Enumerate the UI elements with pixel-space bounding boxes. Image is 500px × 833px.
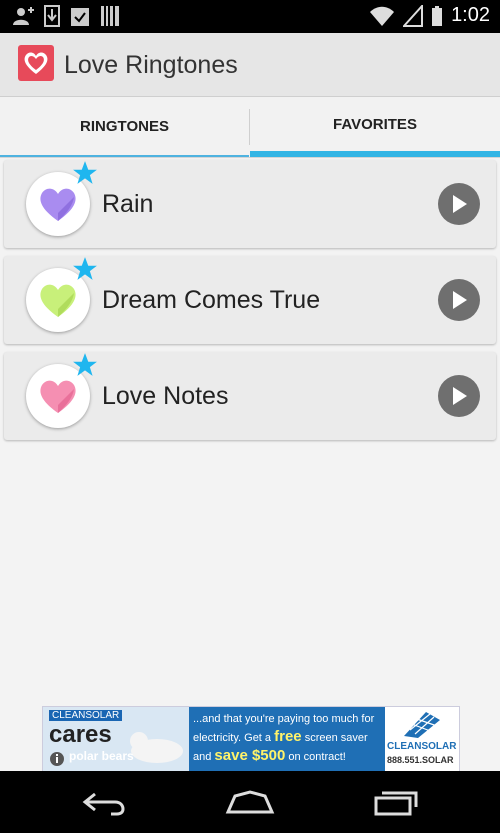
list-item[interactable]: Dream Comes True bbox=[4, 256, 496, 344]
battery-icon bbox=[432, 5, 443, 26]
home-icon bbox=[225, 790, 275, 814]
favorite-star-icon[interactable] bbox=[72, 352, 98, 378]
play-button[interactable] bbox=[438, 375, 480, 417]
ad-logo: CLEANSOLAR 888.551.SOLAR bbox=[385, 707, 459, 771]
app-title: Love Ringtones bbox=[64, 51, 238, 79]
ad-image: CLEANSOLAR cares polar bears bbox=[43, 707, 189, 771]
tab-ringtones[interactable]: RINGTONES bbox=[0, 97, 249, 157]
app-bar: Love Ringtones bbox=[0, 33, 500, 97]
clock: 1:02 bbox=[451, 4, 490, 26]
list-item[interactable]: Love Notes bbox=[4, 352, 496, 440]
heart-icon bbox=[40, 380, 76, 413]
ad-brand: CLEANSOLAR bbox=[49, 710, 123, 721]
ringtone-title: Love Notes bbox=[102, 382, 229, 410]
solar-panel-icon bbox=[404, 712, 440, 738]
list-item[interactable]: Rain bbox=[4, 160, 496, 248]
ad-phone: 888.551.SOLAR bbox=[387, 755, 454, 765]
back-button[interactable] bbox=[74, 785, 134, 821]
favorite-star-icon[interactable] bbox=[72, 256, 98, 282]
ad-logo-text: CLEANSOLAR bbox=[387, 741, 457, 752]
play-button[interactable] bbox=[438, 279, 480, 321]
heart-icon bbox=[40, 284, 76, 317]
status-bar: 1:02 bbox=[0, 0, 500, 33]
ad-headline: cares bbox=[49, 721, 112, 748]
heart-icon bbox=[40, 188, 76, 221]
ad-save: save $500 bbox=[214, 747, 286, 764]
ringtone-title: Rain bbox=[102, 190, 154, 218]
play-icon bbox=[453, 291, 467, 309]
ad-text-3: on contract! bbox=[288, 751, 346, 763]
recent-apps-button[interactable] bbox=[366, 785, 426, 821]
tab-favorites[interactable]: FAVORITES bbox=[250, 97, 500, 157]
play-icon bbox=[453, 387, 467, 405]
favorite-star-icon[interactable] bbox=[72, 160, 98, 186]
clipboard-check-icon bbox=[71, 8, 89, 26]
ad-message: ...and that you're paying too much for e… bbox=[189, 707, 385, 771]
home-button[interactable] bbox=[220, 785, 280, 821]
signal-icon bbox=[403, 4, 424, 27]
ad-free: free bbox=[274, 728, 302, 745]
ad-subline: polar bears bbox=[69, 749, 134, 763]
ringtone-title: Dream Comes True bbox=[102, 286, 321, 314]
polar-bear-icon bbox=[130, 732, 183, 763]
recent-apps-icon bbox=[374, 791, 418, 816]
ad-banner[interactable]: CLEANSOLAR cares polar bears ...and that… bbox=[42, 706, 460, 772]
barcode-icon bbox=[101, 6, 119, 26]
add-person-icon bbox=[13, 7, 34, 25]
info-icon[interactable] bbox=[49, 751, 65, 767]
navigation-bar bbox=[0, 771, 500, 833]
wifi-icon bbox=[370, 6, 395, 26]
download-icon bbox=[44, 5, 60, 27]
tab-bar: RINGTONES FAVORITES bbox=[0, 97, 500, 158]
back-icon bbox=[82, 792, 125, 816]
play-icon bbox=[453, 195, 467, 213]
app-logo-icon[interactable] bbox=[18, 45, 54, 81]
play-button[interactable] bbox=[438, 183, 480, 225]
